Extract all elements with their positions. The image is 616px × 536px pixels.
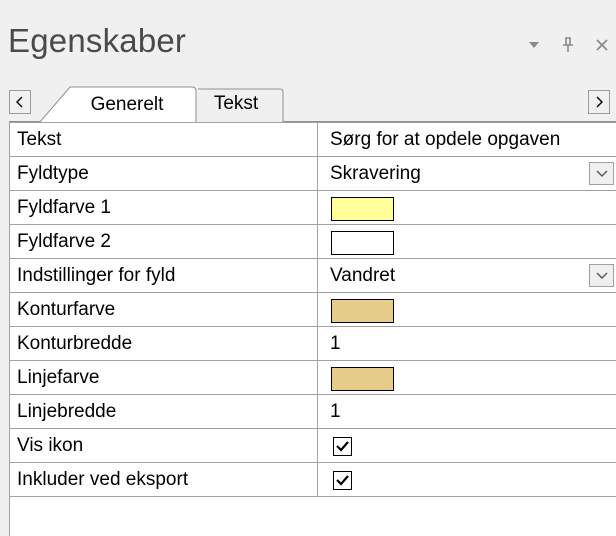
color-swatch[interactable] [331, 299, 394, 323]
property-name: Linjefarve [10, 361, 318, 394]
fill-settings-dropdown[interactable]: Vandret [319, 259, 616, 292]
property-grid: Tekst Sørg for at opdele opgaven Fyldtyp… [9, 122, 616, 536]
pin-icon[interactable] [560, 36, 576, 54]
property-row-vis-ikon: Vis ikon [10, 429, 616, 463]
property-value-input[interactable]: Sørg for at opdele opgaven [319, 123, 616, 156]
property-value-checkbox [319, 463, 616, 496]
property-row-fyldfarve-2: Fyldfarve 2 [10, 225, 616, 259]
include-in-export-checkbox[interactable] [333, 471, 352, 490]
property-row-fyldtype: Fyldtype Skravering [10, 157, 616, 191]
tab-generelt[interactable]: Generelt [58, 87, 196, 122]
fill-type-dropdown[interactable]: Skravering [319, 157, 616, 190]
dropdown-value: Skravering [330, 163, 421, 184]
property-name: Fyldtype [10, 157, 318, 190]
title-bar-controls [526, 34, 610, 56]
property-row-inkluder-ved-eksport: Inkluder ved eksport [10, 463, 616, 497]
property-row-indstillinger-for-fyld: Indstillinger for fyld Vandret [10, 259, 616, 293]
property-value-color[interactable] [319, 293, 616, 326]
dropdown-value: Vandret [330, 265, 396, 286]
scroll-right-icon[interactable] [588, 90, 610, 114]
checkmark-icon [336, 441, 349, 452]
tab-tekst[interactable]: Tekst [190, 89, 282, 119]
property-row-fyldfarve-1: Fyldfarve 1 [10, 191, 616, 225]
property-name: Konturfarve [10, 293, 318, 326]
property-name: Konturbredde [10, 327, 318, 360]
property-row-linjefarve: Linjefarve [10, 361, 616, 395]
property-value-input[interactable]: 1 [319, 327, 616, 360]
property-row-tekst: Tekst Sørg for at opdele opgaven [10, 123, 616, 157]
dropdown-arrow-icon[interactable] [526, 36, 542, 54]
property-value-color[interactable] [319, 225, 616, 258]
property-name: Inkluder ved eksport [10, 463, 318, 496]
color-swatch[interactable] [331, 197, 394, 221]
chevron-down-icon[interactable] [589, 264, 614, 287]
panel-title: Egenskaber [8, 22, 187, 59]
panel-title-bar: Egenskaber [0, 0, 616, 82]
property-name: Vis ikon [10, 429, 318, 462]
tab-tekst-label: Tekst [213, 93, 259, 114]
property-value-color[interactable] [319, 361, 616, 394]
checkmark-icon [336, 475, 349, 486]
chevron-down-icon[interactable] [589, 162, 614, 185]
color-swatch[interactable] [331, 231, 394, 255]
tab-strip: Generelt Tekst [0, 82, 616, 122]
color-swatch[interactable] [331, 367, 394, 391]
property-value-checkbox [319, 429, 616, 462]
property-row-konturfarve: Konturfarve [10, 293, 616, 327]
show-icon-checkbox[interactable] [333, 437, 352, 456]
property-name: Linjebredde [10, 395, 318, 428]
property-name: Fyldfarve 1 [10, 191, 318, 224]
close-icon[interactable] [594, 36, 610, 54]
property-name: Indstillinger for fyld [10, 259, 318, 292]
property-name: Fyldfarve 2 [10, 225, 318, 258]
tab-generelt-label: Generelt [90, 93, 164, 115]
property-name: Tekst [10, 123, 318, 156]
property-row-konturbredde: Konturbredde 1 [10, 327, 616, 361]
property-value-input[interactable]: 1 [319, 395, 616, 428]
properties-panel: Egenskaber Generelt Tekst Tekst Sørg for… [0, 0, 616, 536]
property-row-linjebredde: Linjebredde 1 [10, 395, 616, 429]
property-value-color[interactable] [319, 191, 616, 224]
